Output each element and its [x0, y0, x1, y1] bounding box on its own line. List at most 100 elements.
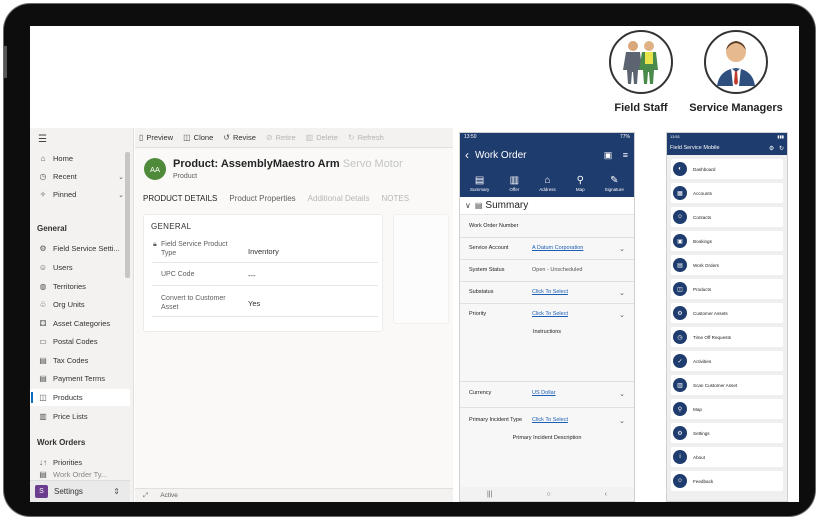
nav-item-territories[interactable]: ◍ Territories [30, 278, 130, 295]
field-value[interactable]: Click To Select [532, 311, 568, 317]
menu-item-label: Settings [693, 430, 710, 436]
menu-item-customer-assets[interactable]: ⚙ Customer Assets [671, 303, 783, 323]
menu-item-products[interactable]: ◫ Products [671, 279, 783, 299]
record-title: Product: AssemblyMaestro Arm Servo Motor [173, 158, 403, 170]
area-switcher[interactable]: S Settings ⇕ [30, 480, 130, 502]
tab-additional-details[interactable]: Additional Details [308, 194, 370, 203]
primary-incident-description-label: Primary Incident Description [512, 435, 582, 441]
summary-section-header[interactable]: ∨ ▤ Summary [460, 197, 634, 215]
field-value[interactable]: Click To Select [532, 289, 568, 295]
field-product-type[interactable]: Inventory [248, 247, 279, 256]
field-staff-avatar [609, 30, 673, 94]
preview-button[interactable]: ▯ Preview [139, 133, 173, 142]
nav-scrollbar[interactable] [125, 152, 130, 278]
nav-group-general: General [37, 224, 67, 233]
nav-item-users[interactable]: ☺ Users [30, 259, 130, 276]
chevron-down-icon[interactable]: ⌄ [118, 173, 124, 181]
field-convert-asset[interactable]: Yes [248, 299, 260, 308]
nav-item-pinned[interactable]: ✧ Pinned ⌄ [30, 186, 130, 203]
tab-offer[interactable]: ▥ Offer [509, 175, 519, 192]
refresh-icon[interactable]: ↻ [779, 146, 784, 152]
form-tabs: PRODUCT DETAILS Product Properties Addit… [143, 194, 421, 203]
menu-item-label: About [693, 454, 706, 460]
field-value[interactable]: A Datum Corporation [532, 245, 583, 251]
nav-item-postal-codes[interactable]: ▭ Postal Codes [30, 333, 130, 350]
menu-item-accounts[interactable]: ▦ Accounts [671, 183, 783, 203]
menu-item-time-off-requests[interactable]: ◷ Time Off Requests [671, 327, 783, 347]
menu-item-contacts[interactable]: ☺ Contacts [671, 207, 783, 227]
chevron-down-icon[interactable]: ⌄ [118, 191, 124, 199]
nav-item-label: Territories [53, 282, 86, 291]
tab-map[interactable]: ⚲ Map [576, 175, 585, 192]
field-value[interactable]: US Dollar [532, 390, 556, 396]
menu-item-work-orders[interactable]: ▤ Work Orders [671, 255, 783, 275]
recents-icon[interactable]: ||| [487, 491, 492, 498]
tab-summary[interactable]: ▤ Summary [470, 175, 489, 192]
menu-item-label: Time Off Requests [693, 334, 732, 340]
phone-signal-icon: ▮▮▮ [777, 134, 784, 139]
nav-item-recent[interactable]: ◷ Recent ⌄ [30, 168, 130, 185]
nav-item-work-order-types[interactable]: ▤ Work Order Ty... [30, 469, 130, 479]
nav-item-label: Pinned [53, 190, 77, 199]
tab-address[interactable]: ⌂ Address [539, 175, 556, 192]
nav-item-org-units[interactable]: ♧ Org Units [30, 296, 130, 313]
menu-item-map[interactable]: ⚲ Map [671, 399, 783, 419]
nav-item-payment-terms[interactable]: ▤ Payment Terms [30, 370, 130, 387]
menu-item-feedback[interactable]: ☺ Feedback [671, 471, 783, 491]
nav-item-field-service-settings[interactable]: ⚙ Field Service Setti... [30, 240, 130, 257]
clone-button[interactable]: ◫ Clone [183, 133, 213, 142]
delete-button[interactable]: ▥ Delete [306, 133, 338, 142]
tax-icon: ▤ [39, 356, 47, 365]
lock-icon: 🔒︎ [153, 241, 157, 248]
nav-item-tax-codes[interactable]: ▤ Tax Codes [30, 352, 130, 369]
chevron-down-icon[interactable]: ⌄ [619, 311, 625, 319]
nav-item-label: Field Service Setti... [53, 244, 120, 253]
refresh-button[interactable]: ↻ Refresh [348, 133, 384, 142]
button-label: Retire [275, 133, 296, 142]
nav-item-products[interactable]: ◫ Products [30, 389, 130, 406]
menu-item-about[interactable]: i About [671, 447, 783, 467]
button-label: Clone [193, 133, 214, 142]
tab-product-properties[interactable]: Product Properties [229, 194, 295, 203]
address-icon: ⌂ [544, 174, 551, 186]
divider [152, 262, 378, 263]
gear-icon[interactable]: ⚙ [769, 146, 774, 152]
divider [460, 237, 634, 238]
field-label: Priority [469, 311, 487, 317]
document-icon: ▤ [474, 201, 483, 210]
menu-item-label: Work Orders [693, 262, 719, 268]
revise-button[interactable]: ↺ Revise [223, 133, 256, 142]
home-button-icon[interactable]: ○ [546, 491, 550, 498]
nav-item-home[interactable]: ⌂ Home [30, 150, 130, 167]
back-icon[interactable]: ‹ [465, 148, 469, 162]
chevron-down-icon[interactable]: ⌄ [619, 417, 625, 425]
section-title: GENERAL [151, 222, 192, 231]
nav-item-price-lists[interactable]: ▥ Price Lists [30, 408, 130, 425]
back-nav-icon[interactable]: ‹ [605, 491, 607, 498]
org-icon: ♧ [39, 300, 47, 309]
menu-item-scan-customer-asset[interactable]: ▥ Scan Customer Asset [671, 375, 783, 395]
phone-time: 13:50 [464, 134, 477, 140]
chevron-down-icon[interactable]: ⌄ [619, 289, 625, 297]
field-upc-code[interactable]: --- [248, 271, 256, 280]
tab-notes[interactable]: NOTES [381, 194, 409, 203]
chevron-down-icon[interactable]: ⌄ [619, 245, 625, 253]
menu-icon[interactable]: ≡ [623, 150, 628, 160]
field-label: UPC Code [161, 271, 195, 278]
chevron-down-icon[interactable]: ⌄ [619, 390, 625, 398]
field-label: Work Order Number [469, 223, 519, 229]
retire-button[interactable]: ⊘ Retire [266, 133, 296, 142]
tab-product-details[interactable]: PRODUCT DETAILS [143, 194, 217, 203]
menu-item-dashboard[interactable]: ◐ Dashboard [671, 159, 783, 179]
save-icon[interactable]: ▣ [604, 150, 613, 160]
user-icon: ☺ [38, 263, 48, 272]
tab-signature[interactable]: ✎ Signature [605, 175, 624, 192]
menu-item-activities[interactable]: ✓ Activities [671, 351, 783, 371]
field-value[interactable]: Click To Select [532, 417, 568, 423]
menu-item-settings[interactable]: ⚙ Settings [671, 423, 783, 443]
nav-item-label: Recent [53, 172, 77, 181]
nav-item-asset-categories[interactable]: ⚃ Asset Categories [30, 315, 130, 332]
hamburger-icon[interactable]: ☰ [38, 134, 47, 145]
menu-item-bookings[interactable]: ▣ Bookings [671, 231, 783, 251]
expand-icon[interactable]: ⤢ [143, 492, 148, 500]
